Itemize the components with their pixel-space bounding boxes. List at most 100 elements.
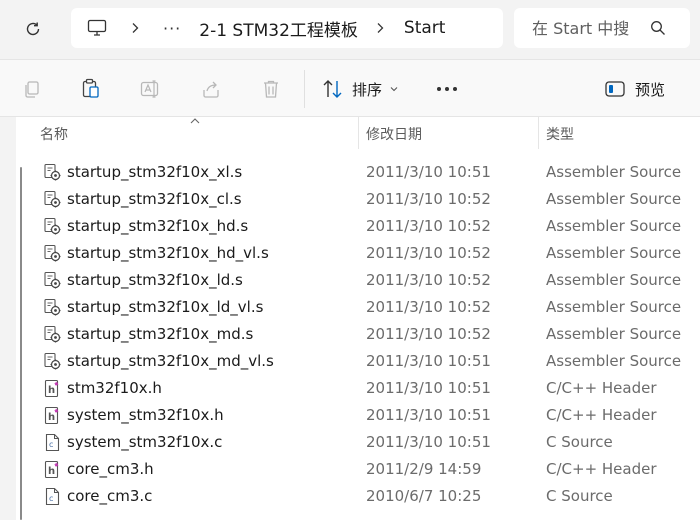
file-name: startup_stm32f10x_ld.s <box>67 271 243 289</box>
header-file-icon: h <box>43 379 62 398</box>
paste-button[interactable] <box>79 77 103 101</box>
file-name: startup_stm32f10x_md_vl.s <box>67 352 274 370</box>
file-row[interactable]: startup_stm32f10x_hd.s 2011/3/10 10:52 Ass… <box>16 213 700 240</box>
breadcrumb-current[interactable]: Start <box>404 18 446 38</box>
column-header-name[interactable]: 名称 <box>40 124 68 144</box>
file-row[interactable]: startup_stm32f10x_ld.s 2011/3/10 10:52 Ass… <box>16 267 700 294</box>
file-type: C/C++ Header <box>546 460 657 478</box>
file-type: C Source <box>546 487 613 505</box>
c-source-file-icon: c <box>43 433 62 452</box>
svg-text:h: h <box>48 466 55 477</box>
assembler-file-icon <box>43 271 62 290</box>
assembler-file-icon <box>43 325 62 344</box>
file-type: Assembler Source <box>546 271 682 289</box>
file-name: system_stm32f10x.c <box>67 433 223 451</box>
file-row[interactable]: c system_stm32f10x.c 2011/3/10 10:51 C Sour… <box>16 429 700 456</box>
column-header-row: 名称 修改日期 类型 <box>16 117 700 151</box>
computer-icon[interactable] <box>87 17 109 39</box>
preview-pane-button[interactable]: 预览 <box>605 75 665 103</box>
file-name: stm32f10x.h <box>67 379 162 397</box>
file-type: C Source <box>546 433 613 451</box>
file-name: core_cm3.h <box>67 460 154 478</box>
file-modified-date: 2011/3/10 10:52 <box>366 271 491 289</box>
file-modified-date: 2011/3/10 10:51 <box>366 352 491 370</box>
file-type: Assembler Source <box>546 163 682 181</box>
copy-button[interactable] <box>20 77 44 101</box>
chevron-right-icon[interactable] <box>376 22 388 34</box>
file-row[interactable]: h stm32f10x.h 2011/3/10 10:51 C/C++ Header <box>16 375 700 402</box>
assembler-file-icon <box>43 298 62 317</box>
assembler-file-icon <box>43 352 62 371</box>
assembler-file-icon <box>43 244 62 263</box>
assembler-file-icon <box>43 163 62 182</box>
share-button[interactable] <box>199 77 223 101</box>
address-box[interactable]: ··· 2-1 STM32工程模板 Start <box>71 8 503 48</box>
file-modified-date: 2011/3/10 10:51 <box>366 163 491 181</box>
file-type: Assembler Source <box>546 190 682 208</box>
file-row[interactable]: startup_stm32f10x_hd_vl.s 2011/3/10 10:52… <box>16 240 700 267</box>
file-row[interactable]: startup_stm32f10x_xl.s 2011/3/10 10:51 Ass… <box>16 159 700 186</box>
file-row[interactable]: h core_cm3.h 2011/2/9 14:59 C/C++ Header <box>16 456 700 483</box>
copy-icon <box>25 81 39 98</box>
file-type: C/C++ Header <box>546 406 657 424</box>
breadcrumb-project[interactable]: 2-1 STM32工程模板 <box>199 16 358 41</box>
more-options-button[interactable] <box>434 76 460 102</box>
file-rows: startup_stm32f10x_xl.s 2011/3/10 10:51 Ass… <box>16 159 700 510</box>
refresh-button[interactable] <box>18 14 48 44</box>
file-name: startup_stm32f10x_hd.s <box>67 217 249 235</box>
rename-button[interactable] <box>139 77 163 101</box>
search-input[interactable] <box>532 18 642 38</box>
header-file-icon: h <box>43 406 62 425</box>
file-row[interactable]: startup_stm32f10x_md_vl.s 2011/3/10 10:51… <box>16 348 700 375</box>
file-modified-date: 2011/3/10 10:52 <box>366 325 491 343</box>
header-file-icon: h <box>43 460 62 479</box>
file-modified-date: 2011/3/10 10:51 <box>366 433 491 451</box>
delete-button[interactable] <box>259 77 283 101</box>
file-modified-date: 2011/3/10 10:52 <box>366 190 491 208</box>
file-name: startup_stm32f10x_md.s <box>67 325 254 343</box>
rename-icon <box>140 80 159 98</box>
svg-text:h: h <box>48 412 55 423</box>
column-header-date[interactable]: 修改日期 <box>366 124 422 144</box>
column-divider[interactable] <box>538 117 539 149</box>
file-modified-date: 2011/3/10 10:52 <box>366 217 491 235</box>
file-name: startup_stm32f10x_ld_vl.s <box>67 298 264 316</box>
file-type: Assembler Source <box>546 217 682 235</box>
svg-text:c: c <box>49 440 53 449</box>
file-row[interactable]: startup_stm32f10x_cl.s 2011/3/10 10:52 Ass… <box>16 186 700 213</box>
file-modified-date: 2011/2/9 14:59 <box>366 460 482 478</box>
file-row[interactable]: startup_stm32f10x_md.s 2011/3/10 10:52 Ass… <box>16 321 700 348</box>
file-type: Assembler Source <box>546 298 682 316</box>
share-icon <box>203 81 219 98</box>
address-bar-row: ··· 2-1 STM32工程模板 Start <box>0 0 700 58</box>
file-row[interactable]: h system_stm32f10x.h 2011/3/10 10:51 C/C++ … <box>16 402 700 429</box>
sort-label: 排序 <box>352 80 383 99</box>
file-row[interactable]: c core_cm3.c 2010/6/7 10:25 C Source <box>16 483 700 510</box>
search-icon[interactable] <box>650 20 666 36</box>
command-bar: 排序 预览 <box>0 59 700 117</box>
svg-text:c: c <box>49 494 53 503</box>
sort-ascending-icon <box>190 118 200 124</box>
file-name: system_stm32f10x.h <box>67 406 224 424</box>
file-modified-date: 2011/3/10 10:51 <box>366 379 491 397</box>
file-type: Assembler Source <box>546 244 682 262</box>
column-header-type[interactable]: 类型 <box>546 124 574 144</box>
search-box[interactable] <box>514 8 690 48</box>
file-modified-date: 2011/3/10 10:52 <box>366 298 491 316</box>
file-modified-date: 2010/6/7 10:25 <box>366 487 482 505</box>
refresh-icon <box>26 22 40 36</box>
c-source-file-icon: c <box>43 487 62 506</box>
chevron-right-icon[interactable] <box>131 22 143 34</box>
column-divider[interactable] <box>358 117 359 149</box>
svg-text:h: h <box>48 385 55 396</box>
trash-icon <box>264 80 278 98</box>
file-type: Assembler Source <box>546 325 682 343</box>
sort-button[interactable]: 排序 <box>322 75 398 103</box>
preview-pane-icon <box>605 81 625 97</box>
file-list: 名称 修改日期 类型 startup_stm32f10x_xl.s 2011/3/… <box>16 117 700 520</box>
file-row[interactable]: startup_stm32f10x_ld_vl.s 2011/3/10 10:52… <box>16 294 700 321</box>
file-name: startup_stm32f10x_cl.s <box>67 190 242 208</box>
breadcrumb-overflow[interactable]: ··· <box>163 19 181 38</box>
paste-icon <box>82 78 99 98</box>
chevron-down-icon <box>390 86 398 92</box>
